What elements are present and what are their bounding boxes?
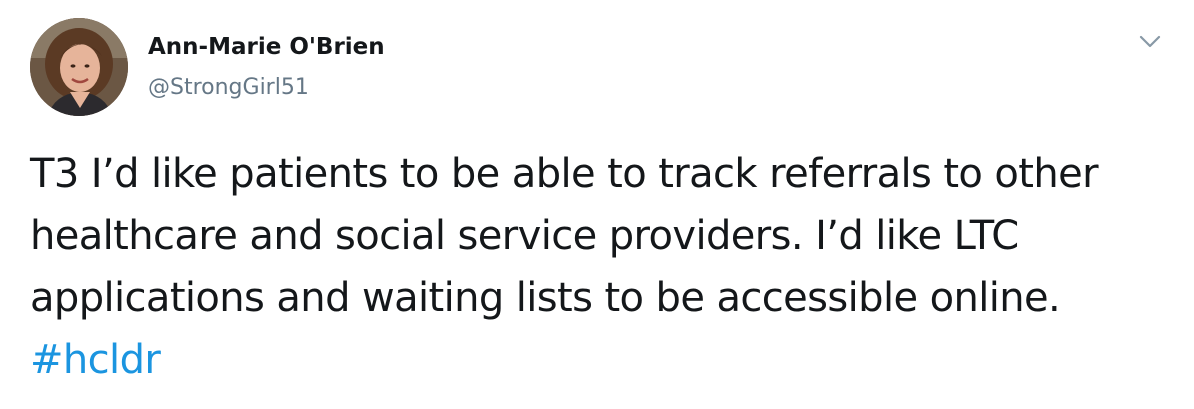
hashtag-line: #hcldr — [30, 329, 1170, 391]
author-handle[interactable]: @StrongGirl51 — [148, 73, 309, 103]
author-name[interactable]: Ann-Marie O'Brien — [148, 32, 385, 62]
chevron-down-icon — [1139, 35, 1161, 48]
tweet-text: T3 I’d like patients to be able to track… — [30, 143, 1170, 391]
avatar[interactable] — [30, 18, 128, 116]
tweet-text-line: healthcare and social service providers.… — [30, 213, 1019, 259]
hashtag-link[interactable]: #hcldr — [30, 337, 161, 383]
tweet-menu-button[interactable] — [1134, 28, 1166, 56]
tweet-text-line: applications and waiting lists to be acc… — [30, 275, 1061, 321]
avatar-image — [30, 18, 128, 116]
tweet-card: Ann-Marie O'Brien @StrongGirl51 T3 I’d l… — [0, 0, 1194, 409]
tweet-text-line: T3 I’d like patients to be able to track… — [30, 151, 1099, 197]
